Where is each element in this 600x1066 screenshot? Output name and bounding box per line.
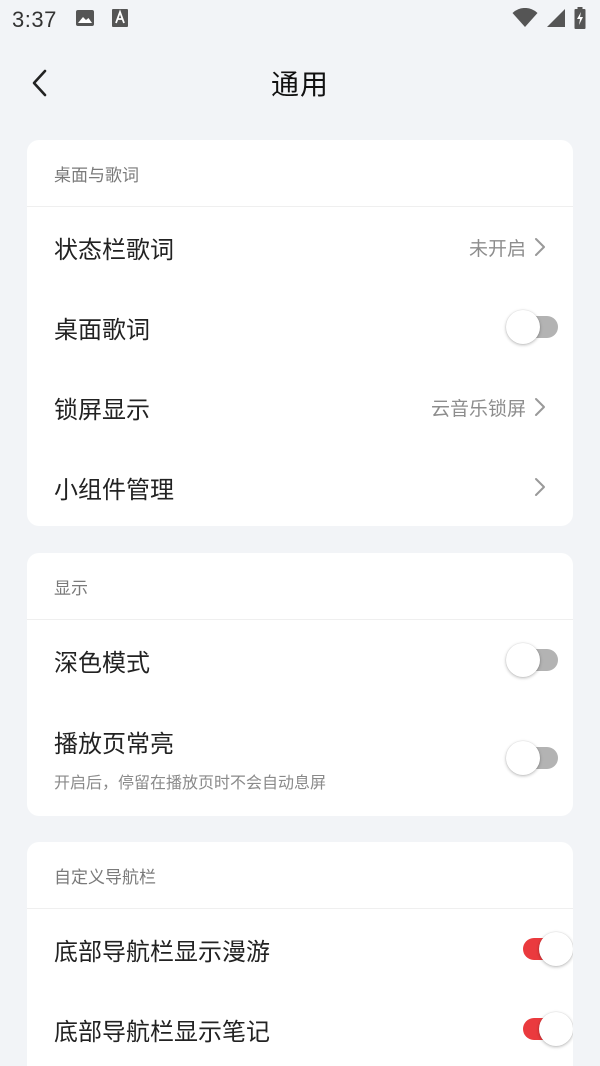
section-desktop-lyrics: 桌面与歌词 状态栏歌词 未开启 桌面歌词 锁屏显示 云音乐锁屏 小组件管理 [27, 140, 573, 526]
row-dark-mode: 深色模式 [27, 620, 573, 700]
section-display: 显示 深色模式 播放页常亮 开启后，停留在播放页时不会自动息屏 [27, 553, 573, 816]
desktop-lyrics-toggle[interactable] [506, 307, 562, 347]
row-subtitle: 开启后，停留在播放页时不会自动息屏 [54, 772, 327, 792]
keep-screen-on-toggle[interactable] [506, 738, 562, 778]
chevron-right-icon [535, 398, 545, 416]
status-icons-right [512, 7, 586, 33]
row-value: 云音乐锁屏 [430, 397, 526, 420]
chevron-right-icon [535, 478, 545, 496]
chevron-right-icon [535, 238, 545, 256]
row-label: 播放页常亮 [54, 729, 174, 758]
signal-icon [546, 8, 566, 32]
row-label: 小组件管理 [54, 475, 174, 504]
status-icons-left [75, 8, 129, 32]
row-navbar-roam: 底部导航栏显示漫游 [27, 909, 573, 989]
wifi-icon [512, 7, 538, 32]
image-icon [75, 9, 95, 31]
status-bar: 3:37 [0, 0, 600, 40]
back-button[interactable] [22, 65, 58, 101]
chevron-left-icon [32, 69, 47, 97]
row-navbar-notes: 底部导航栏显示笔记 [27, 989, 573, 1066]
navbar-roam-toggle[interactable] [517, 929, 573, 969]
page-header: 通用 [0, 55, 600, 111]
row-label: 桌面歌词 [54, 315, 150, 344]
section-title: 自定义导航栏 [27, 842, 573, 909]
row-label: 状态栏歌词 [54, 235, 174, 264]
row-label: 锁屏显示 [54, 395, 150, 424]
status-time: 3:37 [12, 7, 57, 32]
row-label: 底部导航栏显示笔记 [54, 1017, 270, 1046]
dark-mode-toggle[interactable] [506, 640, 562, 680]
row-desktop-lyrics: 桌面歌词 [27, 287, 573, 367]
row-label: 深色模式 [54, 648, 150, 677]
row-widget-management[interactable]: 小组件管理 [27, 447, 573, 526]
row-label: 底部导航栏显示漫游 [54, 937, 270, 966]
navbar-notes-toggle[interactable] [517, 1009, 573, 1049]
row-lockscreen-display[interactable]: 锁屏显示 云音乐锁屏 [27, 367, 573, 447]
row-value: 未开启 [468, 237, 526, 260]
row-statusbar-lyrics[interactable]: 状态栏歌词 未开启 [27, 207, 573, 287]
section-title: 桌面与歌词 [27, 140, 573, 207]
section-title: 显示 [27, 553, 573, 620]
section-custom-navbar: 自定义导航栏 底部导航栏显示漫游 底部导航栏显示笔记 [27, 842, 573, 1066]
page-title: 通用 [270, 68, 329, 101]
text-a-icon [111, 8, 129, 32]
row-keep-screen-on: 播放页常亮 开启后，停留在播放页时不会自动息屏 [27, 700, 573, 816]
battery-charging-icon [574, 7, 586, 33]
